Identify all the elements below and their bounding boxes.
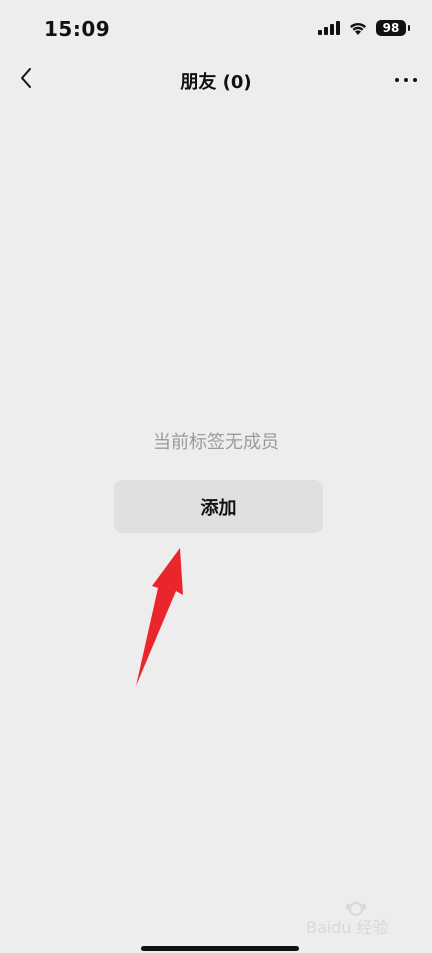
wifi-icon: [348, 21, 368, 36]
battery-cap: [408, 25, 410, 31]
status-bar: 15:09 98: [0, 0, 432, 56]
status-time: 15:09: [44, 17, 111, 41]
more-button[interactable]: [390, 64, 422, 96]
red-arrow-annotation: [136, 548, 183, 686]
add-button[interactable]: 添加: [114, 480, 323, 533]
battery-icon: 98: [376, 20, 406, 36]
watermark-text: Baidu 经验: [306, 918, 389, 937]
more-dots-icon: [393, 78, 420, 82]
page-title: 朋友 (0): [180, 72, 252, 93]
signal-icon: [318, 21, 340, 35]
nav-bar: 朋友 (0): [0, 56, 432, 104]
empty-state-message: 当前标签无成员: [153, 432, 279, 453]
home-indicator[interactable]: [141, 946, 299, 951]
status-icons: 98: [318, 20, 410, 36]
baidu-watermark: Baidu 经验: [306, 902, 389, 937]
